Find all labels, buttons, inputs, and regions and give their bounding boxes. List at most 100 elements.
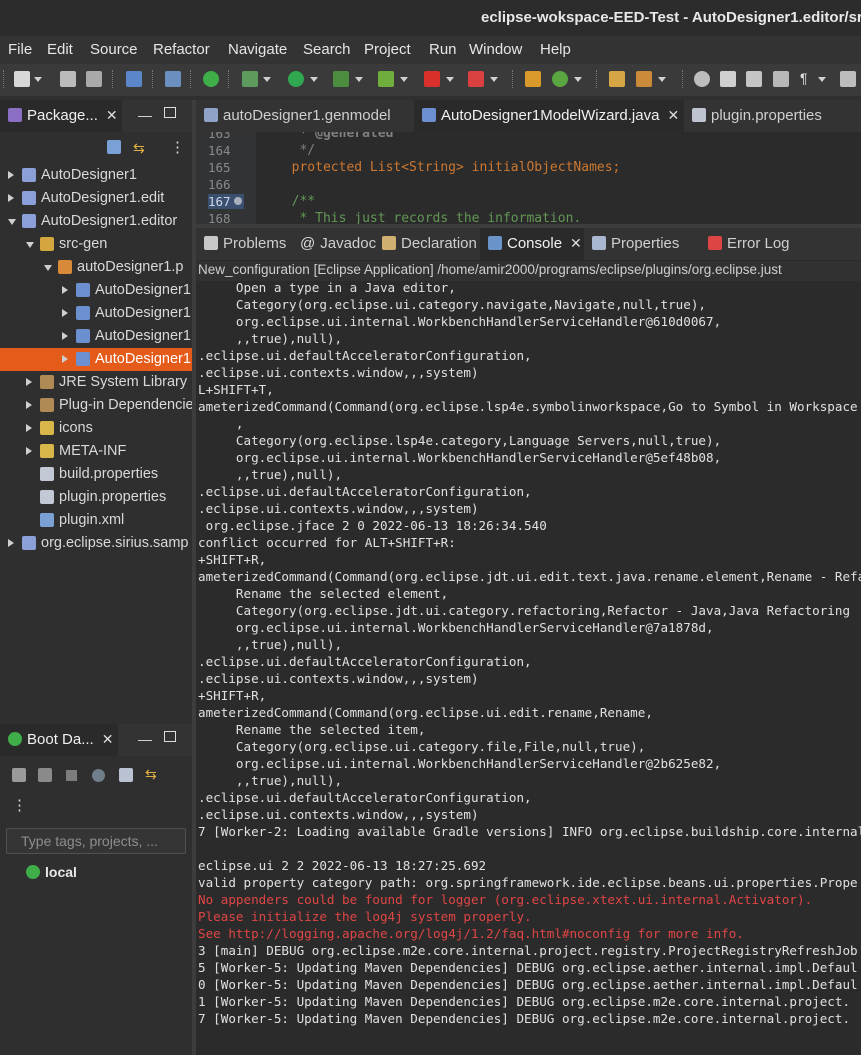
- minimize-icon[interactable]: —: [138, 731, 152, 747]
- menu-help[interactable]: Help: [540, 41, 571, 58]
- search-dropdown-icon[interactable]: [658, 77, 666, 82]
- new-icon[interactable]: [14, 71, 30, 87]
- save-icon[interactable]: [60, 71, 76, 87]
- expanded-arrow-icon[interactable]: [26, 242, 34, 248]
- save-all-icon[interactable]: [86, 71, 102, 87]
- tree-item[interactable]: AutoDesigner1.edit: [0, 187, 192, 210]
- stop-icon[interactable]: [424, 71, 440, 87]
- coverage-icon[interactable]: [333, 71, 349, 87]
- tree-item[interactable]: icons: [0, 417, 192, 440]
- run-dropdown-icon[interactable]: [310, 77, 318, 82]
- open-browser-icon[interactable]: [92, 769, 105, 782]
- tab-javadoc[interactable]: @ Javadoc: [292, 228, 376, 260]
- collapsed-arrow-icon[interactable]: [62, 309, 68, 317]
- collapsed-arrow-icon[interactable]: [8, 539, 14, 547]
- pilcrow-dropdown-icon[interactable]: [818, 77, 826, 82]
- annotation-icon[interactable]: [694, 71, 710, 87]
- tree-item[interactable]: AutoDesigner1: [0, 348, 192, 371]
- menu-run[interactable]: Run: [429, 41, 457, 58]
- tree-item[interactable]: AutoDesigner1: [0, 279, 192, 302]
- debug-start-icon[interactable]: [38, 768, 52, 782]
- new-dropdown-icon[interactable]: [34, 77, 42, 82]
- link-with-editor-icon[interactable]: ⇆: [133, 140, 145, 157]
- server-icon[interactable]: [468, 71, 484, 87]
- tree-item[interactable]: src-gen: [0, 233, 192, 256]
- tree-item[interactable]: Plug-in Dependencies: [0, 394, 192, 417]
- collapsed-arrow-icon[interactable]: [62, 286, 68, 294]
- word-wrap-icon[interactable]: [773, 71, 789, 87]
- tree-item[interactable]: plugin.properties: [0, 486, 192, 509]
- debug-dropdown-icon[interactable]: [263, 77, 271, 82]
- menu-window[interactable]: Window: [469, 41, 522, 58]
- menu-project[interactable]: Project: [364, 41, 411, 58]
- tree-item[interactable]: AutoDesigner1: [0, 325, 192, 348]
- tab-error-log[interactable]: Error Log: [700, 228, 861, 260]
- new-java-package-icon[interactable]: [525, 71, 541, 87]
- tree-item[interactable]: autoDesigner1.p: [0, 256, 192, 279]
- tab-boot-dashboard[interactable]: Boot Da... ✕: [0, 724, 118, 756]
- server-dropdown-icon[interactable]: [490, 77, 498, 82]
- tab-declaration[interactable]: Declaration: [374, 228, 480, 260]
- collapsed-arrow-icon[interactable]: [26, 447, 32, 455]
- collapsed-arrow-icon[interactable]: [8, 171, 14, 179]
- maximize-icon[interactable]: [164, 107, 176, 118]
- highlight-icon[interactable]: [720, 71, 736, 87]
- start-icon[interactable]: [12, 768, 26, 782]
- collapsed-arrow-icon[interactable]: [26, 401, 32, 409]
- close-icon[interactable]: ✕: [102, 731, 114, 747]
- menu-refactor[interactable]: Refactor: [153, 41, 210, 58]
- open-type-icon[interactable]: [609, 71, 625, 87]
- collapse-all-icon[interactable]: [107, 140, 121, 154]
- maximize-icon[interactable]: [164, 731, 176, 742]
- tree-item[interactable]: plugin.xml: [0, 509, 192, 532]
- expanded-arrow-icon[interactable]: [8, 219, 16, 225]
- tab-package-explorer[interactable]: Package... ✕: [0, 100, 122, 132]
- boot-relaunch-icon[interactable]: [203, 71, 219, 87]
- tab-plugin-properties[interactable]: plugin.properties: [684, 100, 861, 132]
- collapsed-arrow-icon[interactable]: [62, 355, 68, 363]
- tab-modelwizard-java[interactable]: AutoDesigner1ModelWizard.java ✕: [414, 100, 684, 132]
- external-tools-icon[interactable]: [378, 71, 394, 87]
- tree-item[interactable]: org.eclipse.sirius.samp: [0, 532, 192, 555]
- collapsed-arrow-icon[interactable]: [8, 194, 14, 202]
- stop-dropdown-icon[interactable]: [446, 77, 454, 82]
- run-icon[interactable]: [288, 71, 304, 87]
- tab-genmodel[interactable]: autoDesigner1.genmodel: [196, 100, 414, 132]
- minimize-icon[interactable]: —: [138, 107, 152, 123]
- tree-item[interactable]: AutoDesigner1.editor: [0, 210, 192, 233]
- tree-item[interactable]: JRE System Library: [0, 371, 192, 394]
- close-icon[interactable]: ✕: [106, 107, 118, 123]
- terminal-icon[interactable]: [126, 71, 142, 87]
- new-class-dropdown-icon[interactable]: [574, 77, 582, 82]
- debug-icon[interactable]: [242, 71, 258, 87]
- code-area[interactable]: 163 * @generated 164 */ 165 protected Li…: [196, 132, 861, 224]
- menu-file[interactable]: File: [8, 41, 32, 58]
- link-with-console-icon[interactable]: ⇆: [145, 766, 157, 783]
- tree-item[interactable]: build.properties: [0, 463, 192, 486]
- collapsed-arrow-icon[interactable]: [26, 378, 32, 386]
- coverage-dropdown-icon[interactable]: [355, 77, 363, 82]
- menu-navigate[interactable]: Navigate: [228, 41, 287, 58]
- close-icon[interactable]: ✕: [570, 235, 582, 251]
- new-java-class-icon[interactable]: [552, 71, 568, 87]
- open-console-icon[interactable]: [119, 768, 133, 782]
- next-annotation-icon[interactable]: [840, 71, 856, 87]
- boot-search-input[interactable]: Type tags, projects, ...: [6, 828, 186, 854]
- stop-icon[interactable]: [66, 770, 77, 781]
- menu-search[interactable]: Search: [303, 41, 351, 58]
- tab-properties[interactable]: Properties: [584, 228, 700, 260]
- pilcrow-icon[interactable]: ¶: [800, 70, 816, 86]
- search-icon[interactable]: [636, 71, 652, 87]
- console-output[interactable]: Open a type in a Java editor, Category(o…: [196, 281, 861, 1055]
- block-selection-icon[interactable]: [746, 71, 762, 87]
- boot-target-local[interactable]: local: [26, 864, 77, 886]
- menu-edit[interactable]: Edit: [47, 41, 73, 58]
- expanded-arrow-icon[interactable]: [44, 265, 52, 271]
- tree-item[interactable]: META-INF: [0, 440, 192, 463]
- close-icon[interactable]: ✕: [667, 107, 679, 123]
- external-tools-dropdown-icon[interactable]: [400, 77, 408, 82]
- view-menu-icon[interactable]: ⋮: [12, 796, 27, 814]
- tree-item[interactable]: AutoDesigner1: [0, 302, 192, 325]
- view-menu-icon[interactable]: ⋮: [170, 138, 185, 156]
- fold-marker-icon[interactable]: [234, 197, 242, 205]
